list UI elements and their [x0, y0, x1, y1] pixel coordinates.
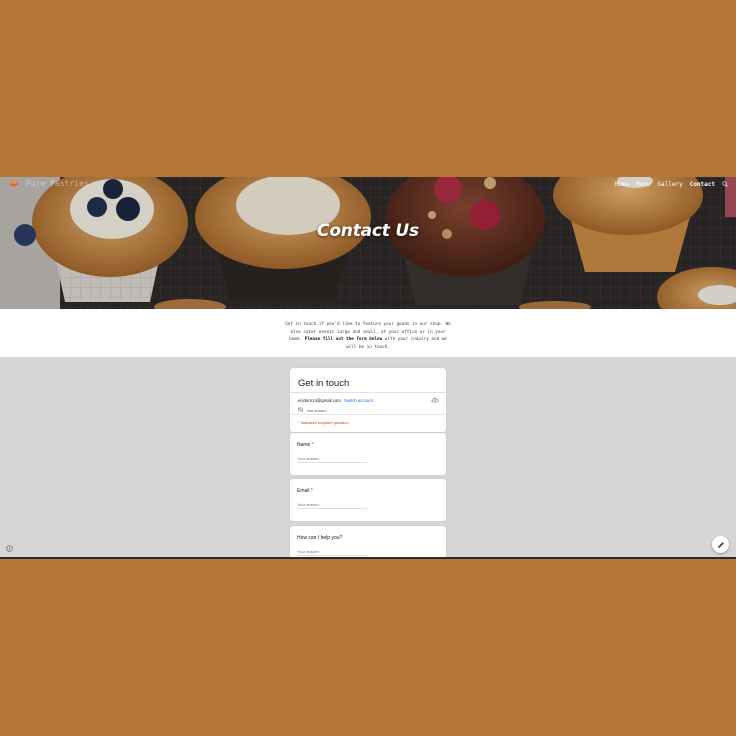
info-icon[interactable] — [6, 545, 13, 552]
nav-home[interactable]: Home — [615, 181, 629, 188]
question-card-help: How can I help you? — [290, 526, 446, 559]
question-text: How can I help you? — [297, 535, 343, 541]
hero-banner: Pure Pastries Home Menu Gallery Contact … — [0, 177, 736, 309]
edit-button[interactable] — [712, 536, 729, 553]
website-frame: Pure Pastries Home Menu Gallery Contact … — [0, 177, 736, 559]
help-input[interactable] — [297, 549, 367, 556]
search-icon[interactable] — [722, 181, 728, 187]
question-card-email: Email * — [290, 479, 446, 521]
question-text: Email — [297, 488, 310, 494]
question-text: Name — [297, 442, 311, 448]
form-title: Get in touch — [298, 378, 350, 389]
required-asterisk: * — [311, 442, 314, 448]
intro-section: Get in touch if you'd like to feature yo… — [0, 309, 736, 357]
site-brand[interactable]: Pure Pastries — [26, 179, 89, 188]
account-email: ecidnrn14@gmail.com — [298, 398, 341, 403]
hero-overlay — [0, 177, 736, 309]
intro-paragraph: Get in touch if you'd like to feature yo… — [284, 321, 452, 351]
required-note: * Indicates required question — [298, 420, 349, 425]
nav-gallery[interactable]: Gallery — [657, 181, 682, 188]
account-row: ecidnrn14@gmail.com Switch account — [298, 398, 373, 403]
pencil-icon — [717, 541, 724, 548]
question-card-name: Name * — [290, 433, 446, 475]
not-shared-icon — [298, 407, 303, 412]
divider — [290, 392, 446, 393]
page-title: Contact Us — [317, 221, 419, 241]
question-label: Email * — [297, 488, 313, 494]
email-input[interactable] — [297, 502, 367, 509]
question-label: How can I help you? — [297, 535, 342, 541]
question-label: Name * — [297, 442, 314, 448]
divider — [290, 414, 446, 415]
bottom-edge — [0, 557, 736, 559]
nav-contact[interactable]: Contact — [690, 181, 715, 188]
cloud-icon — [431, 398, 439, 403]
logo-icon[interactable] — [10, 180, 18, 186]
required-asterisk: * — [310, 488, 313, 494]
intro-text-bold: Please fill out the form below — [304, 337, 383, 343]
name-input[interactable] — [297, 456, 367, 463]
switch-account-link[interactable]: Switch account — [344, 398, 373, 403]
form-header-card: Get in touch ecidnrn14@gmail.com Switch … — [290, 368, 446, 432]
nav-menu[interactable]: Menu — [636, 181, 650, 188]
not-shared-label: Not shared — [307, 407, 327, 413]
top-nav: Home Menu Gallery Contact — [615, 181, 729, 188]
